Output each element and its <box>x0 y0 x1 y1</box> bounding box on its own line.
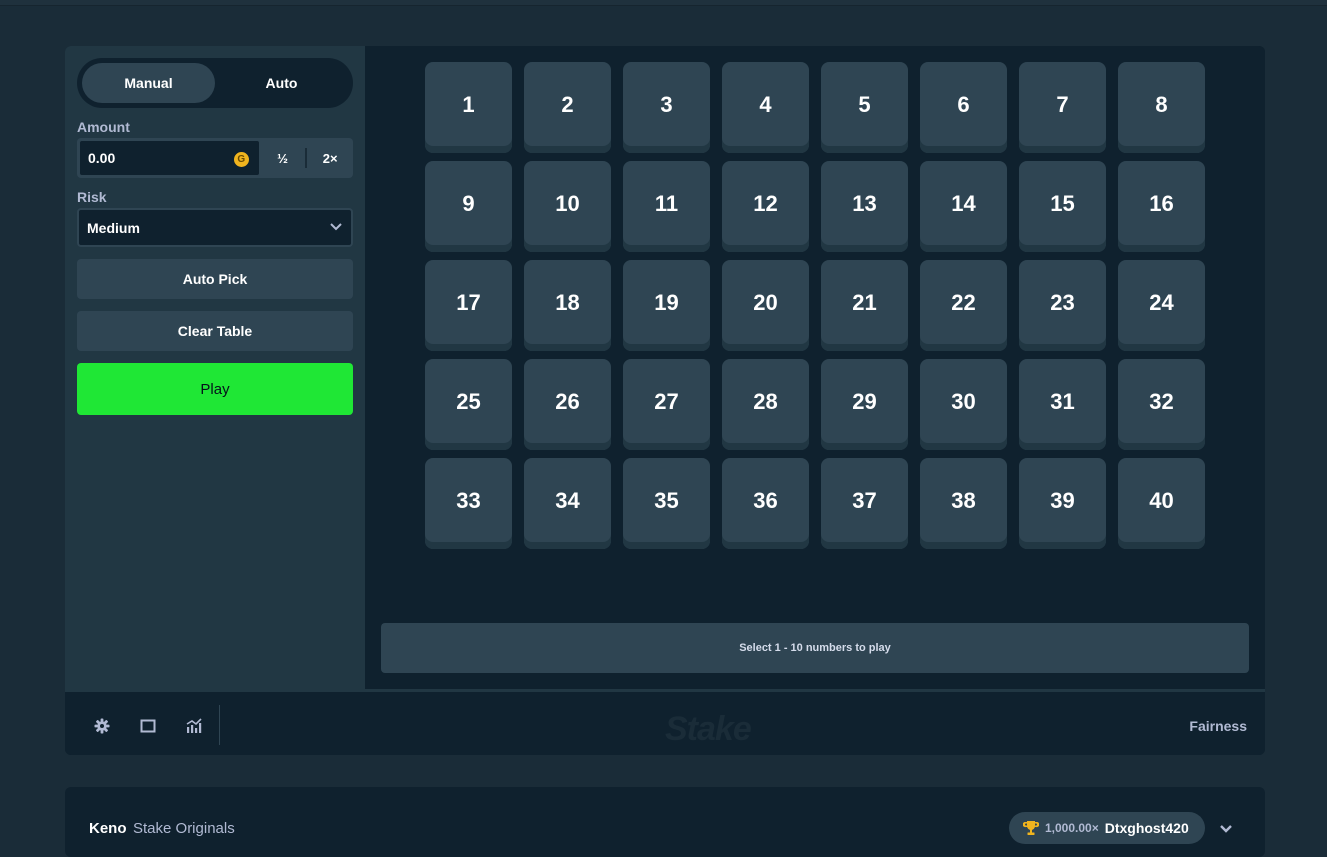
keno-tile[interactable]: 1 <box>425 62 512 153</box>
keno-tile[interactable]: 32 <box>1118 359 1205 450</box>
keno-tile[interactable]: 6 <box>920 62 1007 153</box>
top-winner-name: Dtxghost420 <box>1104 820 1189 836</box>
chevron-down-icon <box>330 223 342 231</box>
play-button[interactable]: Play <box>77 363 353 415</box>
amount-input[interactable] <box>88 150 228 166</box>
gear-icon <box>94 718 110 734</box>
keno-tile[interactable]: 30 <box>920 359 1007 450</box>
risk-select[interactable]: Medium <box>77 208 353 247</box>
amount-label: Amount <box>77 119 130 135</box>
risk-selected-value: Medium <box>87 219 140 236</box>
mode-toggle: Manual Auto <box>77 58 353 108</box>
keno-tile[interactable]: 38 <box>920 458 1007 549</box>
theatre-icon <box>140 719 156 733</box>
keno-tile[interactable]: 28 <box>722 359 809 450</box>
keno-tile[interactable]: 37 <box>821 458 908 549</box>
footer-icons <box>79 706 217 746</box>
keno-tile[interactable]: 12 <box>722 161 809 252</box>
stats-chart-icon <box>186 718 202 733</box>
top-bar <box>0 0 1327 6</box>
game-name: Keno <box>89 820 127 837</box>
bet-sidebar: Manual Auto Amount G ½ 2× Risk Medium Au… <box>65 46 365 689</box>
keno-tile[interactable]: 15 <box>1019 161 1106 252</box>
keno-tile[interactable]: 27 <box>623 359 710 450</box>
risk-label: Risk <box>77 189 107 205</box>
double-amount-button[interactable]: 2× <box>307 138 353 178</box>
half-amount-button[interactable]: ½ <box>260 138 306 178</box>
keno-tile[interactable]: 31 <box>1019 359 1106 450</box>
keno-tile[interactable]: 13 <box>821 161 908 252</box>
keno-tile[interactable]: 10 <box>524 161 611 252</box>
game-info-card: Keno Stake Originals 1,000.00× Dtxghost4… <box>65 787 1265 857</box>
keno-board: 1 2 3 4 5 6 7 8 9 10 11 12 13 14 15 16 17 18 19 20 21 22 23 24 2… <box>365 46 1265 689</box>
keno-tile[interactable]: 4 <box>722 62 809 153</box>
keno-tile[interactable]: 2 <box>524 62 611 153</box>
expand-info-button[interactable] <box>1215 818 1237 840</box>
keno-tile[interactable]: 24 <box>1118 260 1205 351</box>
theatre-mode-button[interactable] <box>125 706 171 746</box>
keno-tile[interactable]: 16 <box>1118 161 1205 252</box>
keno-tile[interactable]: 25 <box>425 359 512 450</box>
keno-game: Manual Auto Amount G ½ 2× Risk Medium Au… <box>65 46 1265 755</box>
stake-logo: Stake <box>665 710 752 748</box>
stats-button[interactable] <box>171 706 217 746</box>
game-provider-link[interactable]: Stake Originals <box>133 820 235 837</box>
auto-tab[interactable]: Auto <box>215 63 348 103</box>
auto-pick-button[interactable]: Auto Pick <box>77 259 353 299</box>
settings-button[interactable] <box>79 706 125 746</box>
keno-tile[interactable]: 39 <box>1019 458 1106 549</box>
clear-table-button[interactable]: Clear Table <box>77 311 353 351</box>
chevron-down-icon <box>1220 825 1232 833</box>
keno-tile[interactable]: 11 <box>623 161 710 252</box>
keno-tile[interactable]: 36 <box>722 458 809 549</box>
coin-icon: G <box>233 152 249 167</box>
game-footer: Stake Fairness <box>65 689 1265 755</box>
keno-tile[interactable]: 3 <box>623 62 710 153</box>
fairness-link[interactable]: Fairness <box>1189 718 1247 734</box>
info-bar: Select 1 - 10 numbers to play <box>381 623 1249 673</box>
top-winner-badge[interactable]: 1,000.00× Dtxghost420 <box>1009 812 1205 844</box>
keno-tile[interactable]: 18 <box>524 260 611 351</box>
keno-tile[interactable]: 23 <box>1019 260 1106 351</box>
footer-divider <box>219 705 220 745</box>
keno-tile[interactable]: 20 <box>722 260 809 351</box>
keno-tile[interactable]: 5 <box>821 62 908 153</box>
trophy-icon <box>1023 821 1039 835</box>
amount-field-wrapper: G <box>79 140 260 176</box>
keno-tile[interactable]: 33 <box>425 458 512 549</box>
keno-tile[interactable]: 7 <box>1019 62 1106 153</box>
keno-tile[interactable]: 21 <box>821 260 908 351</box>
keno-tile[interactable]: 19 <box>623 260 710 351</box>
keno-tile[interactable]: 34 <box>524 458 611 549</box>
keno-tile[interactable]: 22 <box>920 260 1007 351</box>
keno-tile[interactable]: 40 <box>1118 458 1205 549</box>
keno-tile[interactable]: 35 <box>623 458 710 549</box>
amount-row: G ½ 2× <box>77 138 353 178</box>
keno-tile[interactable]: 9 <box>425 161 512 252</box>
tile-grid: 1 2 3 4 5 6 7 8 9 10 11 12 13 14 15 16 17 18 19 20 21 22 23 24 2… <box>425 62 1205 549</box>
manual-tab[interactable]: Manual <box>82 63 215 103</box>
top-win-amount: 1,000.00× <box>1045 821 1099 835</box>
keno-tile[interactable]: 14 <box>920 161 1007 252</box>
keno-tile[interactable]: 29 <box>821 359 908 450</box>
keno-tile[interactable]: 26 <box>524 359 611 450</box>
keno-tile[interactable]: 8 <box>1118 62 1205 153</box>
keno-tile[interactable]: 17 <box>425 260 512 351</box>
